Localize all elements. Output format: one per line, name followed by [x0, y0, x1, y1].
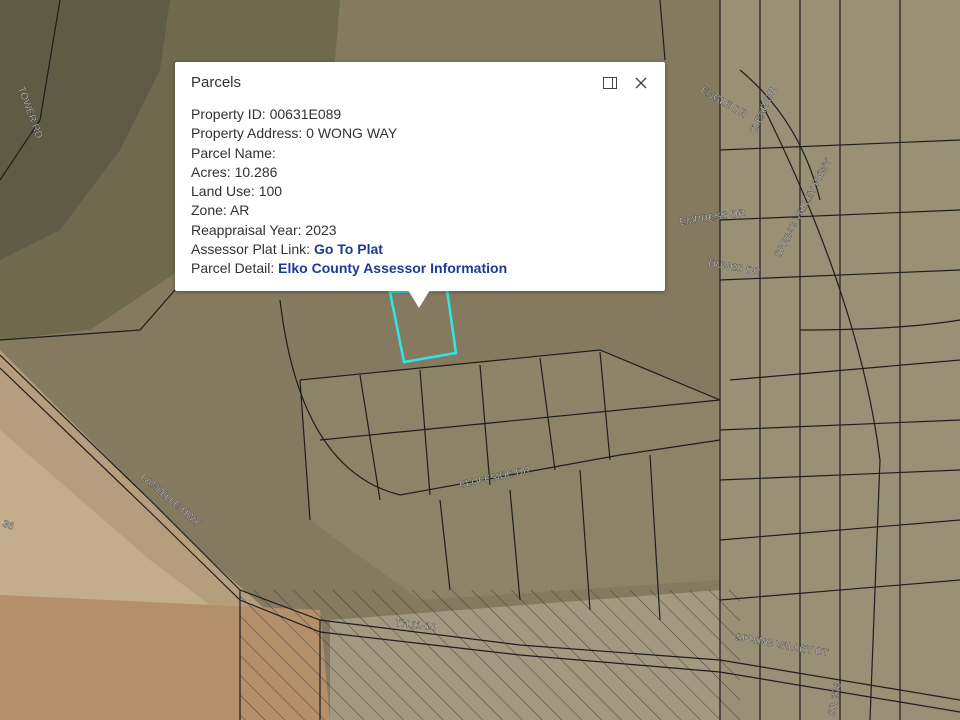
road-label-engle-dr: ENGLE DR	[699, 85, 749, 120]
road-label-empress-dr: EMPRESS DR	[679, 208, 746, 228]
dock-panel-icon[interactable]	[599, 72, 621, 94]
road-label-bluffside-dr: BLUFFSIDE DR	[458, 465, 531, 491]
assessor-information-link[interactable]: Elko County Assessor Information	[278, 260, 507, 276]
road-label-lamoille-hwy: LAMOILLE HWY	[138, 472, 203, 529]
road-label-spring-valley-ct: SPRING VALLEY CT	[734, 632, 829, 659]
close-icon[interactable]	[630, 72, 652, 94]
field-land-use: Land Use: 100	[191, 183, 283, 200]
field-plat-link: Assessor Plat Link: Go To Plat	[191, 241, 383, 258]
popup-title: Parcels	[191, 74, 242, 91]
road-label-dunes-dr: DUNES DR	[707, 258, 760, 278]
field-zone: Zone: AR	[191, 202, 250, 219]
field-parcel-name: Parcel Name:	[191, 144, 276, 161]
field-reappraisal-year: Reappraisal Year: 2023	[191, 221, 337, 238]
go-to-plat-link[interactable]: Go To Plat	[314, 241, 383, 257]
field-parcel-detail: Parcel Detail: Elko County Assessor Info…	[191, 260, 508, 277]
road-label-th-11-10: TH 11-10	[395, 618, 437, 633]
parcel-popup: Parcels Property ID: 00631E089 Property …	[175, 62, 665, 291]
popup-content: Property ID: 00631E089 Property Address:…	[191, 105, 507, 279]
field-property-address: Property Address: 0 WONG WAY	[191, 125, 398, 142]
road-label-36: 36	[1, 518, 16, 532]
field-property-id: Property ID: 00631E089	[191, 106, 342, 122]
map-view[interactable]: TOWER RD ENGLE DR CLEAR DR EMPRESS DR SP…	[0, 0, 960, 720]
road-label-clear-dr: CLEAR DR	[748, 86, 779, 136]
road-label-tower-rd: TOWER RD	[15, 85, 44, 140]
field-acres: Acres: 10.286	[191, 163, 278, 180]
road-label-sr-228: SR 228	[827, 681, 844, 716]
road-label-spring-valley-pkwy: SPRING VALLEY PKWY	[773, 157, 835, 260]
popup-pointer	[408, 290, 430, 308]
